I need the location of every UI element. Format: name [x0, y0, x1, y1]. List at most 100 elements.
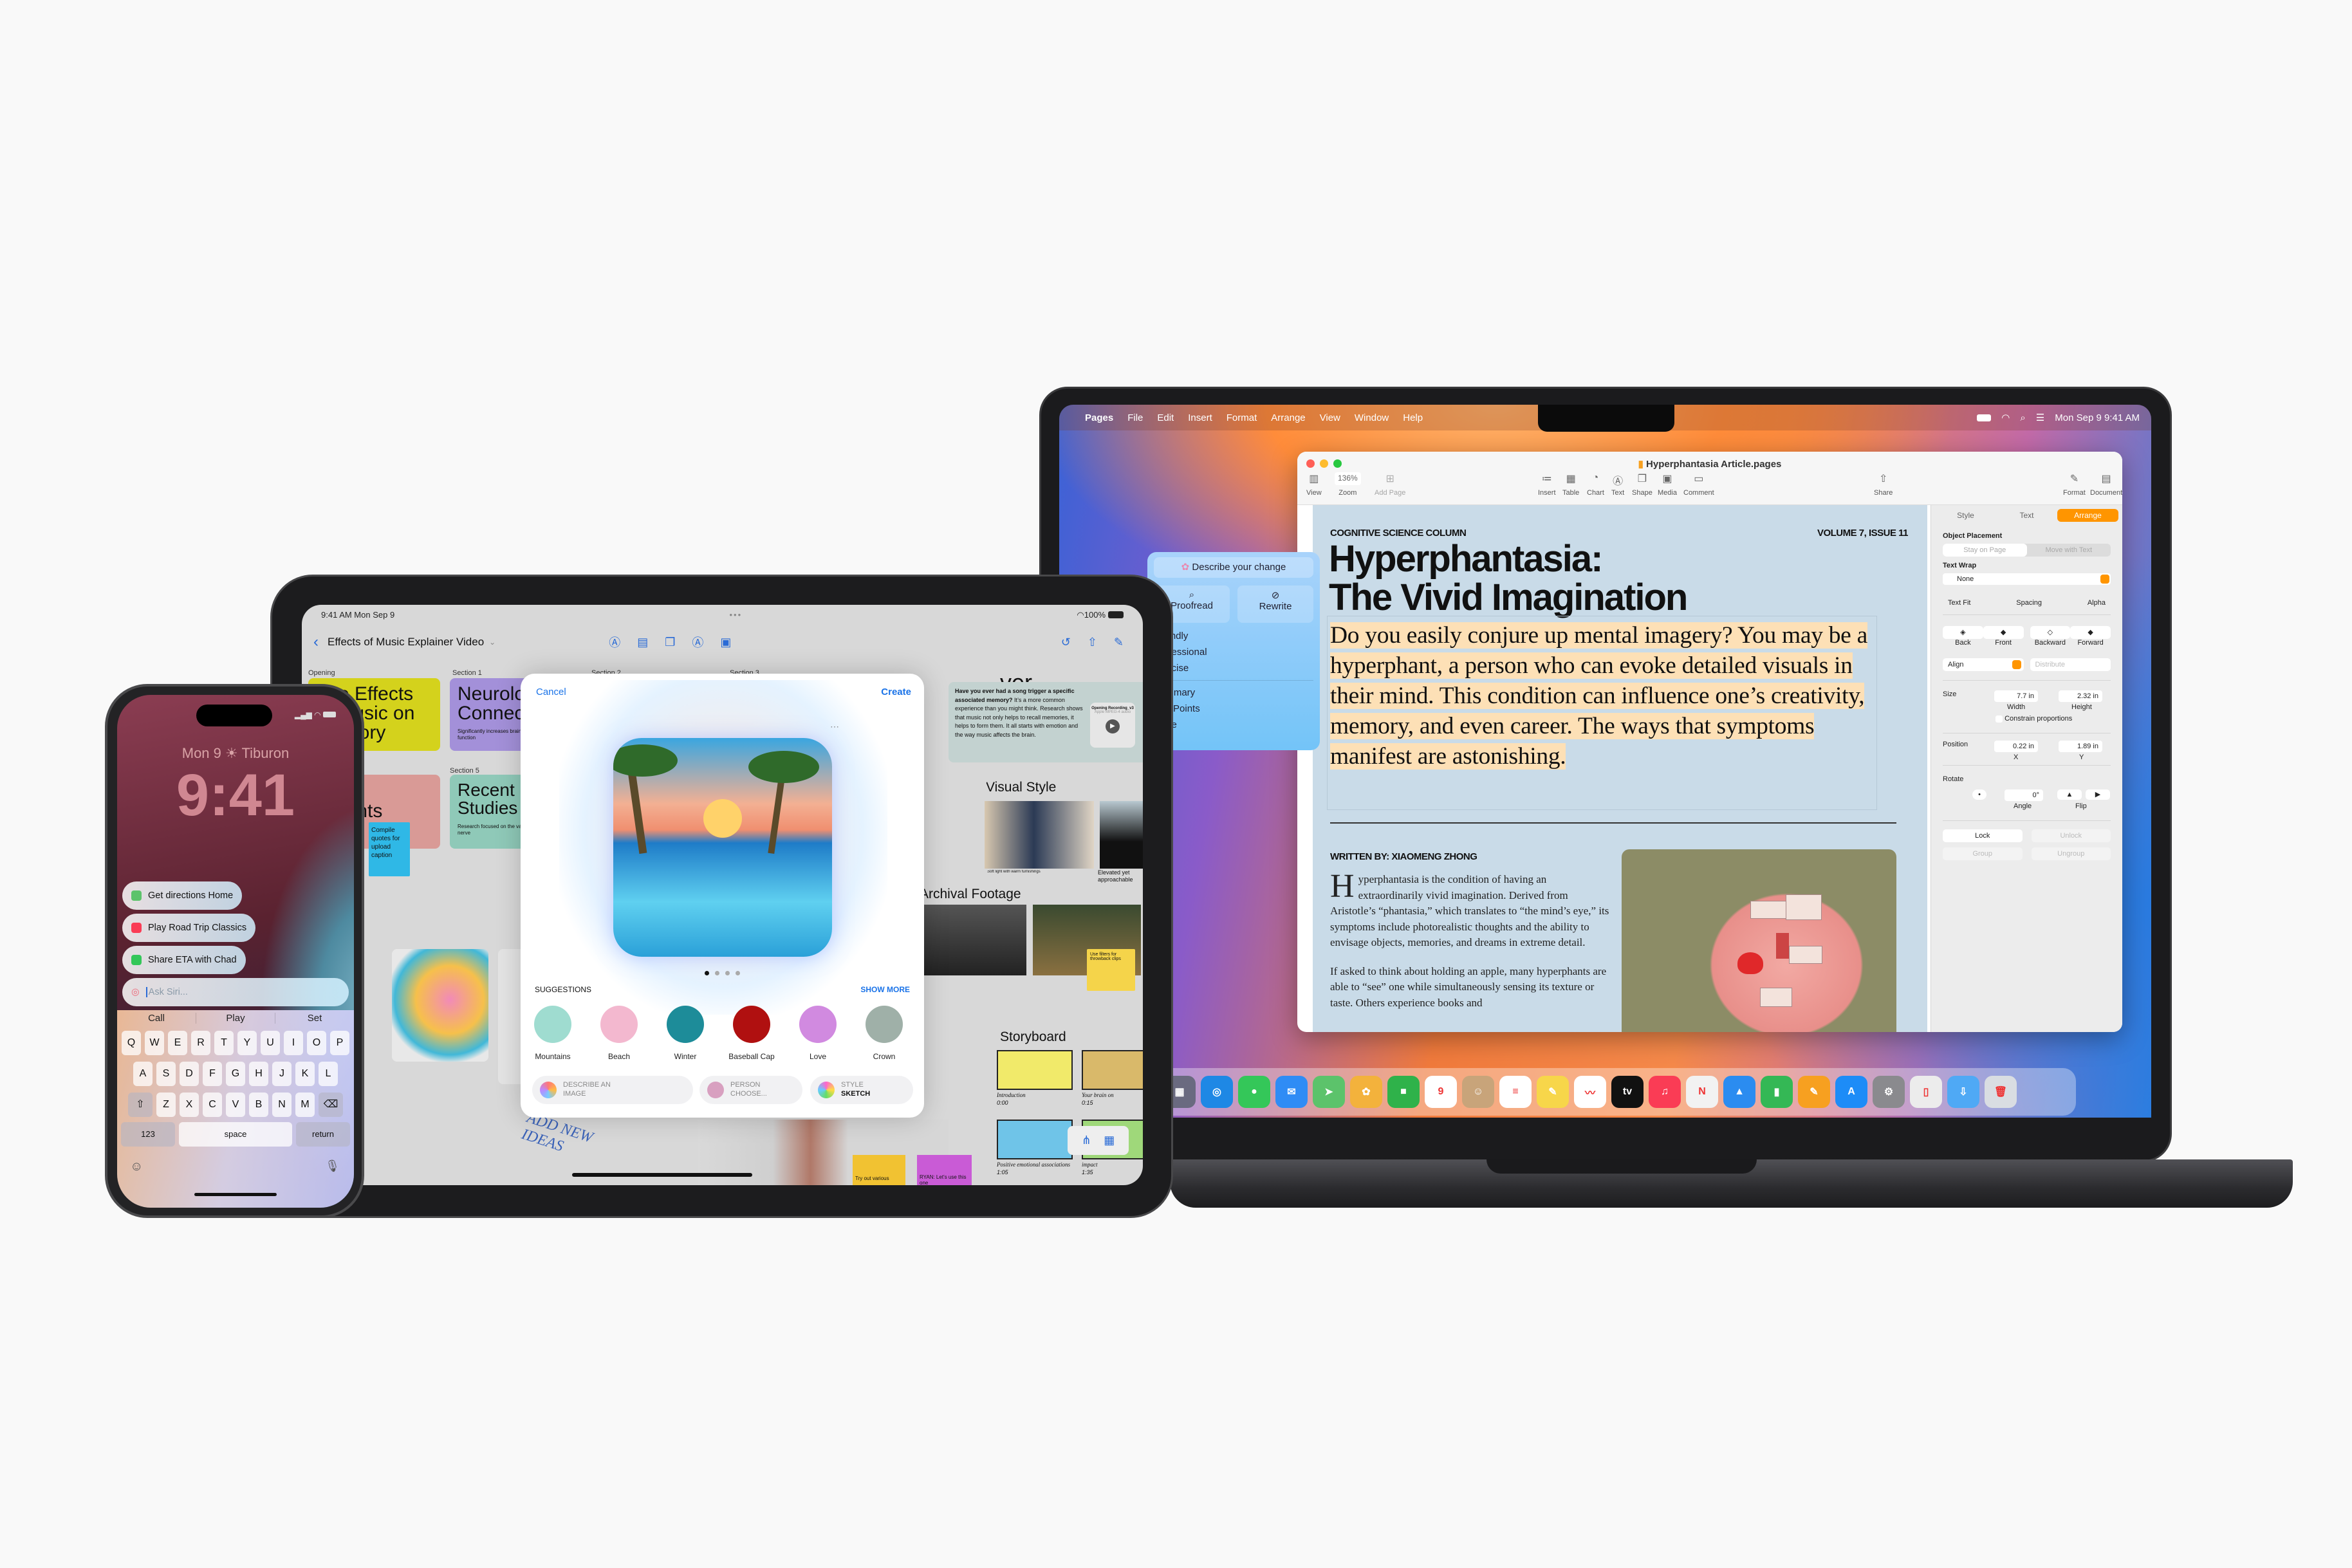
- describe-change-input[interactable]: ✿ Describe your change: [1154, 557, 1313, 578]
- safari-icon[interactable]: ◎: [1201, 1076, 1233, 1108]
- option-pill-style[interactable]: STYLE SKETCH: [810, 1076, 913, 1104]
- key-b[interactable]: B: [249, 1093, 268, 1117]
- forward-button[interactable]: ◆ Forward: [2070, 626, 2111, 647]
- rainbow-portrait-image[interactable]: [392, 949, 488, 1062]
- unlock-button[interactable]: Unlock: [2031, 829, 2111, 842]
- text-button[interactable]: Ⓐ Text: [1611, 472, 1624, 497]
- format-button[interactable]: ✎ Format: [2063, 472, 2086, 497]
- angle-field[interactable]: 0°: [2005, 789, 2043, 801]
- music-icon[interactable]: ♫: [1649, 1076, 1681, 1108]
- stay-on-page-button[interactable]: Stay on Page: [1943, 544, 2027, 557]
- back-button[interactable]: ◈ Back: [1943, 626, 1983, 647]
- insert-button[interactable]: ≔ Insert: [1538, 472, 1556, 497]
- trash-icon[interactable]: 🗑: [1985, 1076, 2017, 1108]
- key-h[interactable]: H: [249, 1062, 268, 1086]
- key-d[interactable]: D: [180, 1062, 199, 1086]
- document-button[interactable]: ▤ Document: [2090, 472, 2122, 497]
- front-button[interactable]: ◆ Front: [1983, 626, 2024, 647]
- downloads-icon[interactable]: ⇩: [1947, 1076, 1979, 1108]
- key-i[interactable]: I: [284, 1031, 303, 1055]
- shape-button[interactable]: ❐ Shape: [1632, 472, 1653, 497]
- rewrite-button[interactable]: ⊘ Rewrite: [1237, 586, 1313, 623]
- storyboard-frame[interactable]: [997, 1050, 1073, 1090]
- siri-suggestion[interactable]: Play Road Trip Classics: [122, 914, 256, 942]
- key-s[interactable]: S: [156, 1062, 176, 1086]
- tone-option-professional[interactable]: Professional: [1154, 644, 1313, 660]
- key-n[interactable]: N: [272, 1093, 292, 1117]
- menu-file[interactable]: File: [1127, 412, 1143, 423]
- chart-button[interactable]: ◔ Chart: [1587, 472, 1604, 497]
- flip-vertical-button[interactable]: ▲: [2057, 789, 2082, 800]
- media-button[interactable]: ▣ Media: [1658, 472, 1677, 497]
- tv-icon[interactable]: tv: [1611, 1076, 1644, 1108]
- align-menu[interactable]: Align: [1943, 658, 2024, 671]
- suggestion-love[interactable]: Love: [792, 1006, 844, 1061]
- illustration-head-drawers[interactable]: [1622, 849, 1896, 1032]
- reminders-icon[interactable]: ≡: [1499, 1076, 1532, 1108]
- key-t[interactable]: T: [214, 1031, 234, 1055]
- storyboard-frame[interactable]: [1082, 1050, 1143, 1090]
- backward-button[interactable]: ◇ Backward: [2030, 626, 2071, 647]
- messages-icon[interactable]: ●: [1238, 1076, 1270, 1108]
- key-o[interactable]: O: [307, 1031, 326, 1055]
- back-chevron-icon[interactable]: ‹: [313, 633, 319, 651]
- menu-insert[interactable]: Insert: [1188, 412, 1212, 423]
- document-page[interactable]: COGNITIVE SCIENCE COLUMN VOLUME 7, ISSUE…: [1313, 505, 1927, 1032]
- text-wrap-select[interactable]: None: [1943, 573, 2111, 585]
- menu-format[interactable]: Format: [1227, 412, 1257, 423]
- wifi-icon[interactable]: ◠: [2001, 412, 2010, 423]
- undo-icon[interactable]: ↺: [1061, 636, 1071, 649]
- format-option-key-points[interactable]: Key Points: [1154, 701, 1313, 717]
- key-c[interactable]: C: [203, 1093, 222, 1117]
- key-w[interactable]: W: [145, 1031, 164, 1055]
- rotate-wheel[interactable]: •: [1972, 789, 1986, 800]
- view-button[interactable]: ▥ View: [1306, 472, 1322, 497]
- facetime-icon[interactable]: ■: [1387, 1076, 1420, 1108]
- photos-icon[interactable]: ✿: [1350, 1076, 1382, 1108]
- tone-option-concise[interactable]: Concise: [1154, 660, 1313, 676]
- page-dot[interactable]: [705, 971, 709, 975]
- menu-clock[interactable]: Mon Sep 9 9:41 AM: [2055, 412, 2140, 423]
- iphone-mirroring-icon[interactable]: ▯: [1910, 1076, 1942, 1108]
- play-icon[interactable]: ▶: [1106, 719, 1120, 733]
- constrain-proportions-checkbox[interactable]: Constrain proportions: [1995, 715, 2072, 723]
- move-with-text-button[interactable]: Move with Text: [2027, 544, 2111, 557]
- page-dot[interactable]: [736, 971, 740, 975]
- tab-text[interactable]: Text: [1996, 509, 2057, 522]
- key-p[interactable]: P: [330, 1031, 349, 1055]
- comment-button[interactable]: ▭ Comment: [1683, 472, 1714, 497]
- sticky-note-blue[interactable]: Compile quotes for upload caption: [369, 822, 410, 876]
- system-settings-icon[interactable]: ⚙: [1873, 1076, 1905, 1108]
- group-button[interactable]: Group: [1943, 847, 2023, 860]
- photo-interview[interactable]: [985, 801, 1094, 869]
- siri-suggestion[interactable]: Get directions Home: [122, 881, 243, 910]
- control-center-icon[interactable]: ☰: [2036, 412, 2044, 423]
- key-x[interactable]: X: [180, 1093, 199, 1117]
- sticky-note-yellow[interactable]: Try out various: [853, 1155, 905, 1185]
- suggestion-beach[interactable]: Beach: [593, 1006, 645, 1061]
- key-l[interactable]: L: [319, 1062, 338, 1086]
- key-y[interactable]: Y: [237, 1031, 257, 1055]
- add-page-button[interactable]: ⊞ Add Page: [1375, 472, 1405, 497]
- show-more-button[interactable]: SHOW MORE: [860, 985, 910, 994]
- chevron-down-icon[interactable]: ⌄: [489, 638, 495, 647]
- x-field[interactable]: 0.22 in: [1994, 741, 2038, 752]
- key-r[interactable]: R: [191, 1031, 210, 1055]
- page-dot[interactable]: [715, 971, 719, 975]
- return-key[interactable]: return: [296, 1122, 350, 1147]
- compose-icon[interactable]: ✎: [1114, 636, 1124, 649]
- suggestion-winter[interactable]: Winter: [660, 1006, 711, 1061]
- format-option-list[interactable]: List: [1154, 733, 1313, 749]
- key-m[interactable]: M: [295, 1093, 315, 1117]
- flip-horizontal-button[interactable]: ▶: [2086, 789, 2110, 800]
- freeform-icon[interactable]: 〰: [1574, 1076, 1606, 1108]
- prediction-play[interactable]: Play: [196, 1013, 275, 1024]
- connector-icon[interactable]: ⋔: [1082, 1134, 1091, 1147]
- key-e[interactable]: E: [168, 1031, 187, 1055]
- generated-image-pool-palms[interactable]: [613, 738, 832, 957]
- option-pill-person[interactable]: PERSON CHOOSE...: [699, 1076, 802, 1104]
- app-store-icon[interactable]: A: [1835, 1076, 1867, 1108]
- key-j[interactable]: J: [272, 1062, 292, 1086]
- menu-app-name[interactable]: Pages: [1085, 412, 1113, 423]
- share-icon[interactable]: ⇧: [1088, 636, 1097, 649]
